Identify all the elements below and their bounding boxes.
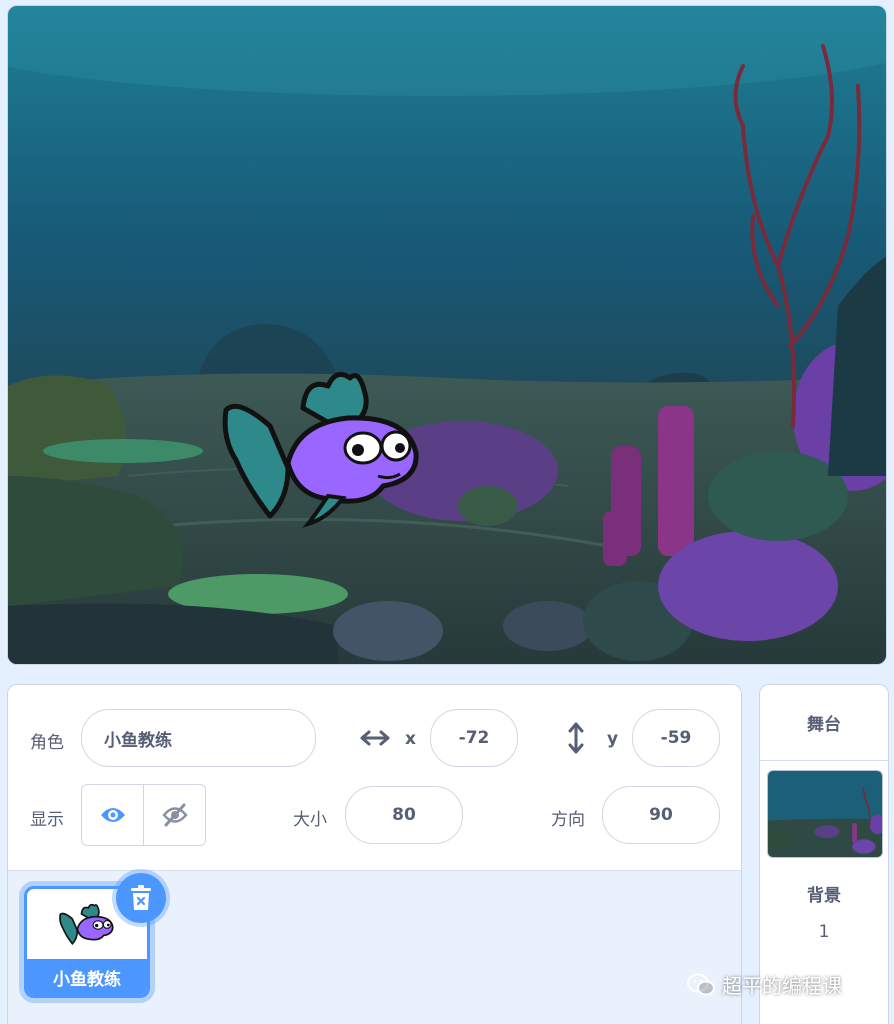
x-label: x	[405, 729, 416, 749]
underwater-backdrop	[8, 6, 886, 664]
backdrop-count: 1	[818, 922, 830, 942]
show-label: 显示	[30, 810, 64, 830]
vertical-arrows-icon	[568, 722, 584, 754]
watermark: 超平的编程课	[686, 970, 842, 999]
sprite-name-input[interactable]: 小鱼教练	[81, 709, 316, 767]
eye-icon	[100, 808, 125, 822]
visibility-toggle	[81, 784, 206, 846]
fish-thumbnail-icon	[59, 903, 114, 946]
trash-icon	[131, 885, 151, 910]
size-label: 大小	[293, 810, 327, 830]
eye-slash-icon	[161, 803, 188, 827]
size-input[interactable]: 80	[345, 786, 463, 844]
sprite-label: 角色	[30, 733, 64, 753]
direction-label: 方向	[551, 810, 585, 830]
backdrop-label: 背景	[807, 886, 841, 906]
y-label: y	[607, 729, 619, 749]
stage-panel-title: 舞台	[760, 685, 888, 761]
stage-canvas[interactable]	[7, 5, 887, 665]
watermark-text: 超平的编程课	[722, 974, 842, 998]
hide-button[interactable]	[143, 785, 205, 845]
y-position-input[interactable]: -59	[632, 709, 720, 767]
sprite-panel: 角色 小鱼教练 x -72 y -59 显示 大小 80 方向 90 小鱼教练	[7, 684, 742, 1024]
direction-input[interactable]: 90	[602, 786, 720, 844]
delete-sprite-button[interactable]	[116, 873, 166, 923]
x-position-input[interactable]: -72	[430, 709, 518, 767]
show-button[interactable]	[82, 785, 143, 845]
wechat-icon	[687, 973, 715, 995]
horizontal-arrows-icon	[360, 730, 390, 746]
backdrop-thumbnail[interactable]	[767, 770, 883, 858]
sprite-tile-name: 小鱼教练	[27, 959, 147, 995]
sprite-info-panel: 角色 小鱼教练 x -72 y -59 显示 大小 80 方向 90	[8, 685, 741, 871]
backdrop-thumbnail-image	[768, 771, 882, 857]
